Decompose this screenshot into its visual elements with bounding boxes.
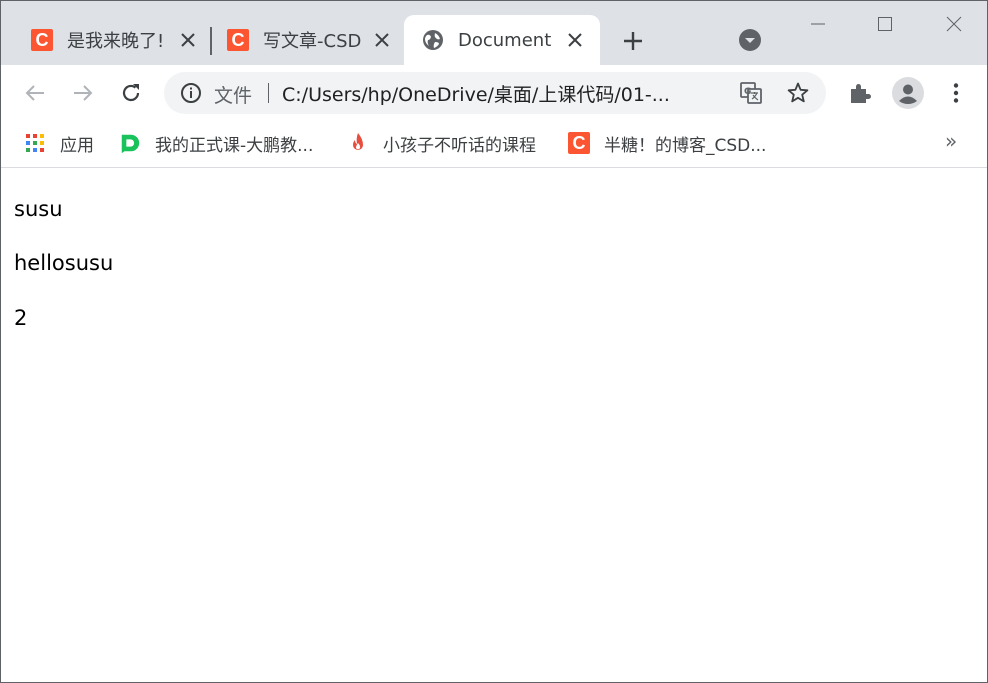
bookmark-label: 半糖！的博客_CSD...	[604, 135, 767, 156]
bookmark-flame[interactable]: 小孩子不听话的课程	[347, 131, 536, 156]
star-icon[interactable]	[786, 81, 810, 105]
url-text[interactable]: C:/Users/hp/OneDrive/桌面/上课代码/01-...	[282, 80, 712, 107]
dapeng-icon	[119, 132, 141, 154]
browser-window: C 是我来晚了! C 写文章-CSDN Docume	[0, 0, 988, 683]
arrow-left-icon	[25, 85, 44, 101]
tab-separator	[210, 27, 212, 55]
back-button[interactable]	[21, 79, 49, 107]
minimize-button[interactable]	[803, 9, 833, 39]
csdn-c-icon: C	[568, 132, 590, 154]
window-close-button[interactable]	[939, 9, 969, 39]
bookmark-label: 应用	[60, 135, 94, 156]
more-vert-icon[interactable]	[944, 81, 968, 105]
tab-2[interactable]: C 写文章-CSDN	[227, 15, 393, 65]
globe-icon	[422, 29, 444, 51]
avatar[interactable]	[892, 77, 924, 109]
tab-search-button[interactable]	[738, 28, 762, 52]
svg-text:G: G	[744, 87, 751, 97]
translate-icon[interactable]: G	[739, 81, 763, 105]
tab-strip: C 是我来晚了! C 写文章-CSDN Docume	[1, 1, 987, 65]
bookmark-label: 小孩子不听话的课程	[383, 135, 536, 156]
tab-title: 是我来晚了!	[67, 31, 163, 52]
tab-title: Document	[458, 29, 552, 51]
close-icon[interactable]	[177, 29, 199, 51]
close-icon	[946, 16, 962, 32]
close-icon[interactable]	[564, 29, 586, 51]
forward-button[interactable]	[69, 79, 97, 107]
tab-3-active[interactable]: Document	[404, 15, 600, 65]
bookmark-apps[interactable]: 应用	[24, 131, 94, 156]
info-icon[interactable]	[180, 82, 202, 104]
flame-icon	[347, 132, 369, 154]
new-tab-button[interactable]	[619, 27, 647, 55]
address-bar[interactable]: 文件 C:/Users/hp/OneDrive/桌面/上课代码/01-... G	[164, 72, 826, 114]
output-line: susu	[14, 197, 63, 221]
csdn-c-icon: C	[31, 29, 53, 51]
page-content: susu hellosusu 2	[1, 169, 987, 682]
toolbar: 文件 C:/Users/hp/OneDrive/桌面/上课代码/01-... G	[1, 65, 987, 121]
bookmarks-overflow-button[interactable]: »	[945, 129, 957, 153]
tab-title: 写文章-CSDN	[263, 31, 363, 52]
bookmark-csdn[interactable]: C 半糖！的博客_CSD...	[568, 131, 767, 156]
close-icon[interactable]	[371, 29, 393, 51]
csdn-c-icon: C	[227, 29, 249, 51]
extensions-icon[interactable]	[847, 80, 873, 106]
reload-button[interactable]	[117, 79, 145, 107]
maximize-icon	[878, 17, 892, 31]
output-line: 2	[14, 306, 28, 330]
omnibox-divider	[268, 83, 269, 103]
minimize-icon	[811, 23, 825, 25]
maximize-button[interactable]	[870, 9, 900, 39]
apps-grid-icon	[24, 132, 46, 154]
plus-icon	[624, 32, 642, 50]
chevron-down-circle-icon	[739, 29, 761, 51]
tab-1[interactable]: C 是我来晚了!	[31, 15, 199, 65]
bookmark-dapeng[interactable]: 我的正式课-大鹏教...	[119, 131, 314, 156]
bookmarks-bar: 应用 我的正式课-大鹏教... 小孩子不听话的课程 C 半糖！的博客_CSD..…	[1, 121, 987, 168]
bookmark-label: 我的正式课-大鹏教...	[155, 135, 314, 156]
scheme-label: 文件	[214, 85, 253, 107]
arrow-right-icon	[74, 85, 93, 101]
reload-icon	[122, 84, 140, 102]
output-line: hellosusu	[14, 251, 114, 275]
